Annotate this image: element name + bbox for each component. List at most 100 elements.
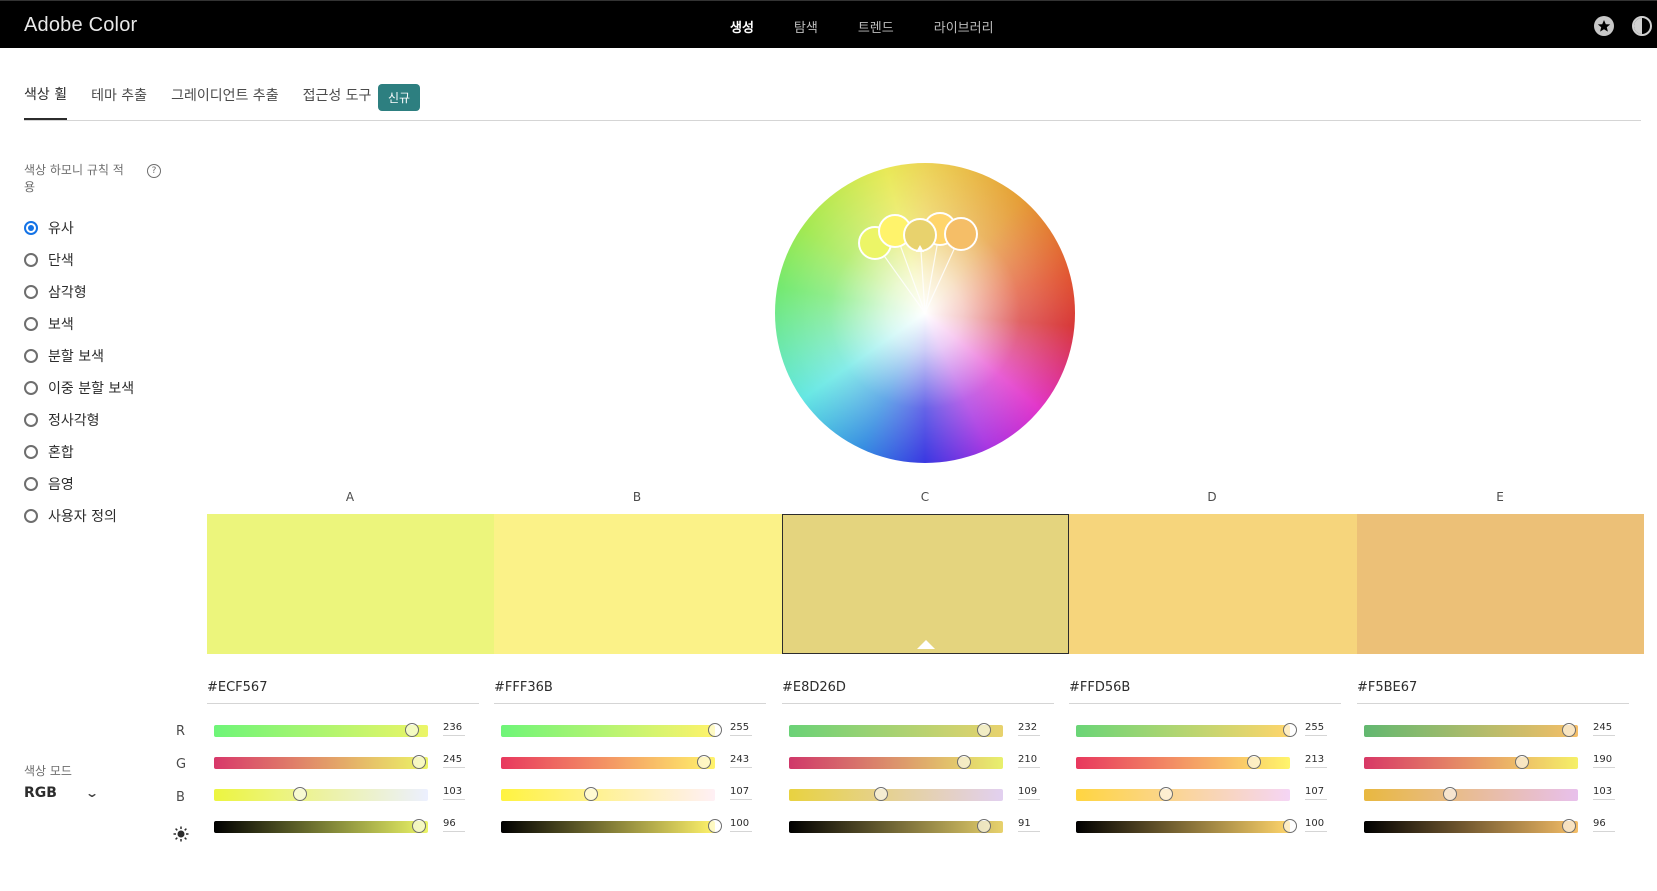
radio-button[interactable] [24,349,38,363]
radio-button[interactable] [24,509,38,523]
g-slider[interactable] [789,755,1003,769]
rule-square[interactable]: 정사각형 [24,404,134,436]
radio-button[interactable] [24,253,38,267]
nav-create[interactable]: 생성 [730,17,754,36]
swatch-d[interactable] [1069,514,1357,654]
tab-extract-gradient[interactable]: 그레이디언트 추출 [171,85,279,119]
g-value[interactable]: 213 [1305,754,1327,768]
slider-knob[interactable] [1283,819,1297,833]
swatch-a[interactable] [207,514,494,654]
radio-button[interactable] [24,381,38,395]
g-slider[interactable] [1076,755,1290,769]
slider-knob[interactable] [957,755,972,769]
hex-input-e[interactable]: #F5BE67 [1357,680,1629,704]
nav-library[interactable]: 라이브러리 [934,17,994,36]
slider-knob[interactable] [708,723,722,737]
g-value[interactable]: 190 [1593,754,1615,768]
hex-input-c[interactable]: #E8D26D [782,680,1054,704]
brightness-slider[interactable] [1076,819,1297,833]
star-icon[interactable] [1594,16,1614,36]
rule-custom[interactable]: 사용자 정의 [24,500,134,532]
slider-knob[interactable] [1515,755,1530,769]
rule-triad[interactable]: 삼각형 [24,276,134,308]
g-slider[interactable] [501,755,715,769]
b-value[interactable]: 103 [443,786,465,800]
brand-logo[interactable]: Adobe Color [24,14,137,37]
swatch-b[interactable] [494,514,782,654]
tab-extract-theme[interactable]: 테마 추출 [91,85,147,119]
help-icon[interactable]: ? [147,164,161,178]
contrast-icon[interactable] [1632,16,1652,36]
brightness-slider[interactable] [501,819,722,833]
r-value[interactable]: 232 [1018,722,1040,736]
b-slider[interactable] [1076,787,1290,801]
b-value[interactable]: 107 [730,786,752,800]
slider-knob[interactable] [1562,723,1577,737]
b-value[interactable]: 107 [1305,786,1327,800]
brightness-slider[interactable] [789,819,1003,833]
slider-knob[interactable] [976,723,991,737]
nav-trends[interactable]: 트렌드 [858,17,894,36]
r-value[interactable]: 236 [443,722,465,736]
hex-input-a[interactable]: #ECF567 [207,680,479,704]
rule-shades[interactable]: 음영 [24,468,134,500]
swatch-e[interactable] [1357,514,1644,654]
nav-explore[interactable]: 탐색 [794,17,818,36]
radio-button[interactable] [24,413,38,427]
slider-knob[interactable] [292,787,307,801]
hex-input-d[interactable]: #FFD56B [1069,680,1341,704]
slider-knob[interactable] [412,755,427,769]
b-slider[interactable] [1364,787,1578,801]
tab-accessibility-tools[interactable]: 접근성 도구 [303,85,372,119]
slider-knob[interactable] [1562,819,1577,833]
slider-knob[interactable] [404,723,419,737]
b-slider[interactable] [501,787,715,801]
b-slider[interactable] [789,787,1003,801]
brightness-value[interactable]: 96 [443,818,465,832]
radio-button[interactable] [24,317,38,331]
rule-monochromatic[interactable]: 단색 [24,244,134,276]
g-value[interactable]: 245 [443,754,465,768]
slider-knob[interactable] [874,787,889,801]
color-wheel[interactable] [775,163,1075,463]
radio-button[interactable] [24,477,38,491]
b-value[interactable]: 103 [1593,786,1615,800]
g-slider[interactable] [214,755,428,769]
color-mode-select[interactable]: RGB ⌄ [24,785,99,801]
brightness-value[interactable]: 100 [1305,818,1327,832]
r-slider[interactable] [501,723,722,737]
rule-analogous[interactable]: 유사 [24,212,134,244]
wheel-handle-e[interactable] [944,217,978,251]
rule-double-split-complementary[interactable]: 이중 분할 보색 [24,372,134,404]
slider-knob[interactable] [1442,787,1457,801]
slider-knob[interactable] [583,787,598,801]
r-slider[interactable] [1364,723,1578,737]
brightness-value[interactable]: 100 [730,818,752,832]
b-value[interactable]: 109 [1018,786,1040,800]
brightness-slider[interactable] [214,819,428,833]
g-value[interactable]: 243 [730,754,752,768]
r-value[interactable]: 245 [1593,722,1615,736]
radio-button[interactable] [24,445,38,459]
r-slider[interactable] [1076,723,1297,737]
rule-complementary[interactable]: 보색 [24,308,134,340]
rule-compound[interactable]: 혼합 [24,436,134,468]
slider-knob[interactable] [412,819,427,833]
slider-knob[interactable] [1283,723,1297,737]
radio-button[interactable] [24,285,38,299]
r-slider[interactable] [214,723,428,737]
r-value[interactable]: 255 [1305,722,1327,736]
slider-knob[interactable] [976,819,991,833]
brightness-slider[interactable] [1364,819,1578,833]
hex-input-b[interactable]: #FFF36B [494,680,766,704]
r-value[interactable]: 255 [730,722,752,736]
radio-button[interactable] [24,221,38,235]
b-slider[interactable] [214,787,428,801]
r-slider[interactable] [789,723,1003,737]
brightness-value[interactable]: 96 [1593,818,1615,832]
slider-knob[interactable] [1158,787,1173,801]
swatch-c[interactable] [782,514,1069,654]
slider-knob[interactable] [697,755,712,769]
g-value[interactable]: 210 [1018,754,1040,768]
slider-knob[interactable] [708,819,722,833]
